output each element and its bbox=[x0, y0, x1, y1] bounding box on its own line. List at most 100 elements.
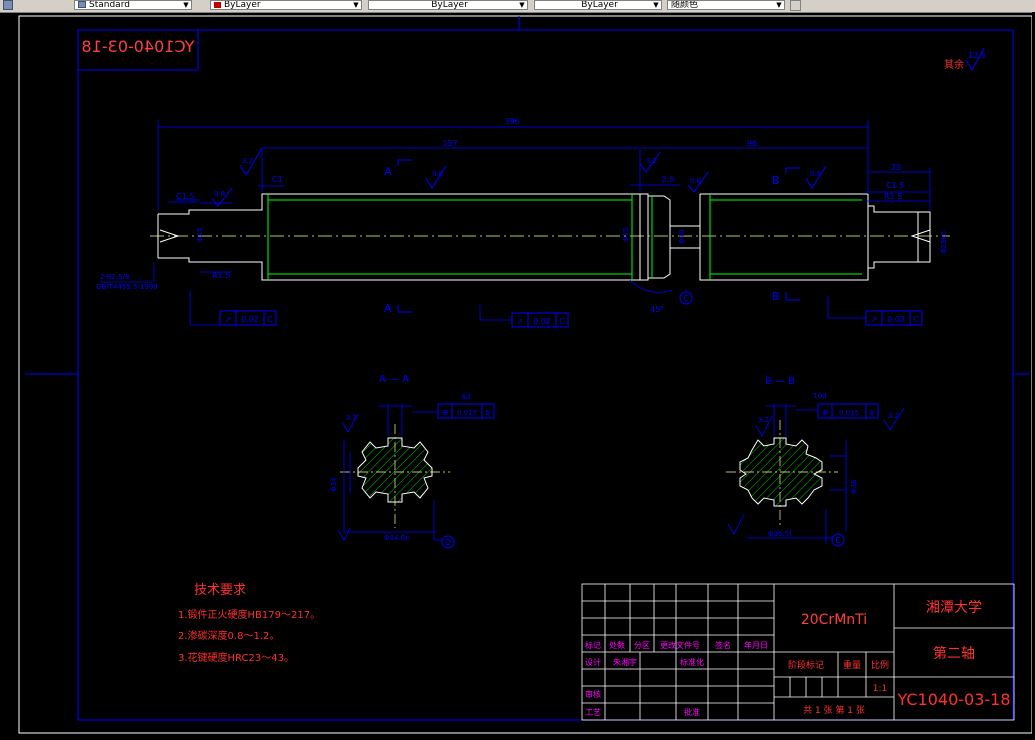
section-a-top: A bbox=[384, 165, 392, 178]
text-style-select[interactable]: Standard ▼ bbox=[74, 0, 192, 10]
corner-code-text: YC1040-03-18 bbox=[81, 37, 195, 56]
title-school: 湘潭大学 bbox=[926, 599, 982, 616]
roughness-rest-label: 其余 bbox=[944, 58, 964, 71]
title-design-name: 朱湘宇 bbox=[613, 657, 637, 667]
title-process-label: 工艺 bbox=[585, 708, 601, 717]
color-select[interactable]: ByLayer ▼ bbox=[210, 0, 362, 10]
section-aa-title: A — A bbox=[379, 374, 409, 385]
dim-right-section: 96 bbox=[747, 139, 757, 148]
tech-req-item-3: 3.花键硬度HRC23～43。 bbox=[178, 651, 294, 664]
title-stage-label: 阶段标记 bbox=[788, 659, 824, 671]
roughness-rest-value: 12.5 bbox=[968, 51, 986, 60]
title-design-label: 设计 bbox=[585, 657, 601, 667]
tolerance-frame-3: ↗ 0.03 C bbox=[865, 310, 923, 326]
title-scale-label: 比例 bbox=[871, 659, 889, 671]
section-bb-outer-dia: Φ36 bbox=[850, 479, 858, 494]
title-row-label-5: 签名 bbox=[715, 640, 731, 650]
title-scale-value: 1:1 bbox=[873, 684, 887, 694]
dim-chamfer-c1: C1 bbox=[272, 175, 283, 184]
section-b-top: B bbox=[772, 174, 780, 187]
dim-fillet-left: R1.5 bbox=[212, 271, 230, 280]
collar bbox=[648, 195, 671, 279]
roughness-3: 0.8 bbox=[214, 190, 225, 198]
dim-right-end: 23 bbox=[891, 163, 901, 172]
dim-center-hole: 2-B2.5/8 bbox=[100, 273, 129, 281]
color-swatch bbox=[214, 1, 221, 8]
groove-left bbox=[639, 193, 649, 281]
section-bb-rough-right: 3.2 bbox=[888, 412, 899, 420]
chevron-down-icon: ▼ bbox=[653, 1, 659, 9]
roughness-4: 0.8 bbox=[690, 177, 701, 185]
dim-left-diameter: Φ25 bbox=[196, 228, 204, 242]
svg-text:⊕: ⊕ bbox=[442, 408, 449, 417]
dim-center-hole-standard: GB/T4459.5-1999 bbox=[96, 283, 158, 291]
toolbar-extra-button[interactable] bbox=[790, 0, 801, 11]
section-bb-width: 10d bbox=[813, 392, 826, 400]
dim-overall: 396 bbox=[504, 117, 519, 126]
drawing-svg: YC1040-03-18 其余 12.5 396 157 96 23 2.5 C… bbox=[18, 15, 1033, 734]
title-part-name: 第二轴 bbox=[933, 645, 975, 662]
section-aa-width: 6d bbox=[462, 393, 471, 401]
chevron-down-icon: ▼ bbox=[519, 1, 525, 9]
text-style-glyph-icon bbox=[78, 1, 86, 8]
svg-text:0.02: 0.02 bbox=[533, 317, 551, 326]
roughness-2: 0.8 bbox=[432, 170, 443, 178]
title-row-label-3: 分区 bbox=[634, 641, 650, 650]
dim-fillet-right: R1.5 bbox=[884, 192, 902, 201]
plot-style-select[interactable]: 随颜色 ▼ bbox=[667, 0, 785, 10]
section-aa-bottom-dim: Φ34.6e bbox=[384, 534, 409, 542]
title-drawing-no: YC1040-03-18 bbox=[896, 690, 1010, 709]
section-bb-title: B — B bbox=[765, 376, 795, 387]
title-material: 20CrMnTi bbox=[801, 612, 867, 628]
title-standardize-label: 标准化 bbox=[680, 657, 704, 667]
section-aa-drawing: ⊕ bbox=[337, 403, 495, 549]
lineweight-select[interactable]: ByLayer ▼ bbox=[534, 0, 662, 10]
chevron-down-icon: ▼ bbox=[776, 1, 782, 9]
svg-text:0.03: 0.03 bbox=[887, 315, 905, 324]
tech-req-item-2: 2.渗碳深度0.8～1.2。 bbox=[178, 629, 279, 642]
section-bb-datum-label: E bbox=[835, 536, 840, 545]
title-row-label-4: 更改文件号 bbox=[660, 640, 700, 650]
section-bb-drawing: ⊕ bbox=[726, 403, 905, 547]
linetype-select[interactable]: ByLayer ▼ bbox=[368, 0, 528, 10]
outer-frame bbox=[18, 15, 1033, 734]
tolerance-frame-2: ↗ 0.02 C bbox=[511, 312, 569, 328]
shaft-left-outline bbox=[158, 193, 641, 281]
chevron-down-icon: ▼ bbox=[353, 1, 359, 9]
dimension-lines bbox=[100, 120, 931, 326]
dim-right-diameter: Φ40 bbox=[678, 230, 686, 244]
svg-text:↗: ↗ bbox=[871, 315, 878, 324]
dim-groove: 2.5 bbox=[662, 175, 675, 184]
section-bb-bottom-dim: Φ36.5f bbox=[768, 530, 792, 538]
roughness-6: 0.8 bbox=[810, 170, 821, 178]
section-aa-tolerance: 0.015 bbox=[457, 409, 477, 417]
section-bb-tolerance: 0.015 bbox=[839, 409, 859, 417]
section-aa-datum-label: D bbox=[445, 538, 451, 547]
svg-text:C: C bbox=[267, 315, 273, 324]
title-row-label-6: 年月日 bbox=[744, 640, 768, 650]
title-row-label-1: 标记 bbox=[585, 640, 601, 650]
roughness-5: 3.2 bbox=[646, 157, 657, 165]
text-style-icon[interactable] bbox=[3, 0, 13, 10]
tech-req-item-1: 1.锻件正火硬度HB179～217。 bbox=[178, 608, 320, 621]
roughness-1: 3.2 bbox=[242, 157, 253, 165]
dim-angle: 45° bbox=[650, 305, 664, 314]
svg-text:↗: ↗ bbox=[225, 315, 232, 324]
title-row-label-2: 处数 bbox=[609, 640, 625, 650]
svg-text:C: C bbox=[913, 315, 919, 324]
section-aa-outer-dia: Φ34 bbox=[330, 477, 338, 492]
drawing-canvas[interactable]: YC1040-03-18 其余 12.5 396 157 96 23 2.5 C… bbox=[0, 12, 1035, 736]
section-a-bottom: A bbox=[384, 302, 392, 315]
section-bb-datum: E bbox=[870, 409, 874, 417]
svg-text:C: C bbox=[559, 317, 565, 326]
section-aa-rough: 3.2 bbox=[346, 414, 357, 422]
svg-text:⊕: ⊕ bbox=[822, 408, 829, 417]
dim-chamfer-left: C1.5 bbox=[176, 192, 194, 201]
tolerance-frame-1: ↗ 0.02 C bbox=[219, 310, 277, 326]
title-approve-label: 批准 bbox=[684, 707, 700, 717]
chevron-down-icon: ▼ bbox=[183, 1, 189, 9]
dim-chamfer-right: C1.5 bbox=[886, 181, 904, 190]
tech-req-title: 技术要求 bbox=[194, 583, 246, 598]
section-b-bottom: B bbox=[772, 290, 780, 303]
dim-shaft-diameter: Φ35 bbox=[622, 228, 630, 242]
